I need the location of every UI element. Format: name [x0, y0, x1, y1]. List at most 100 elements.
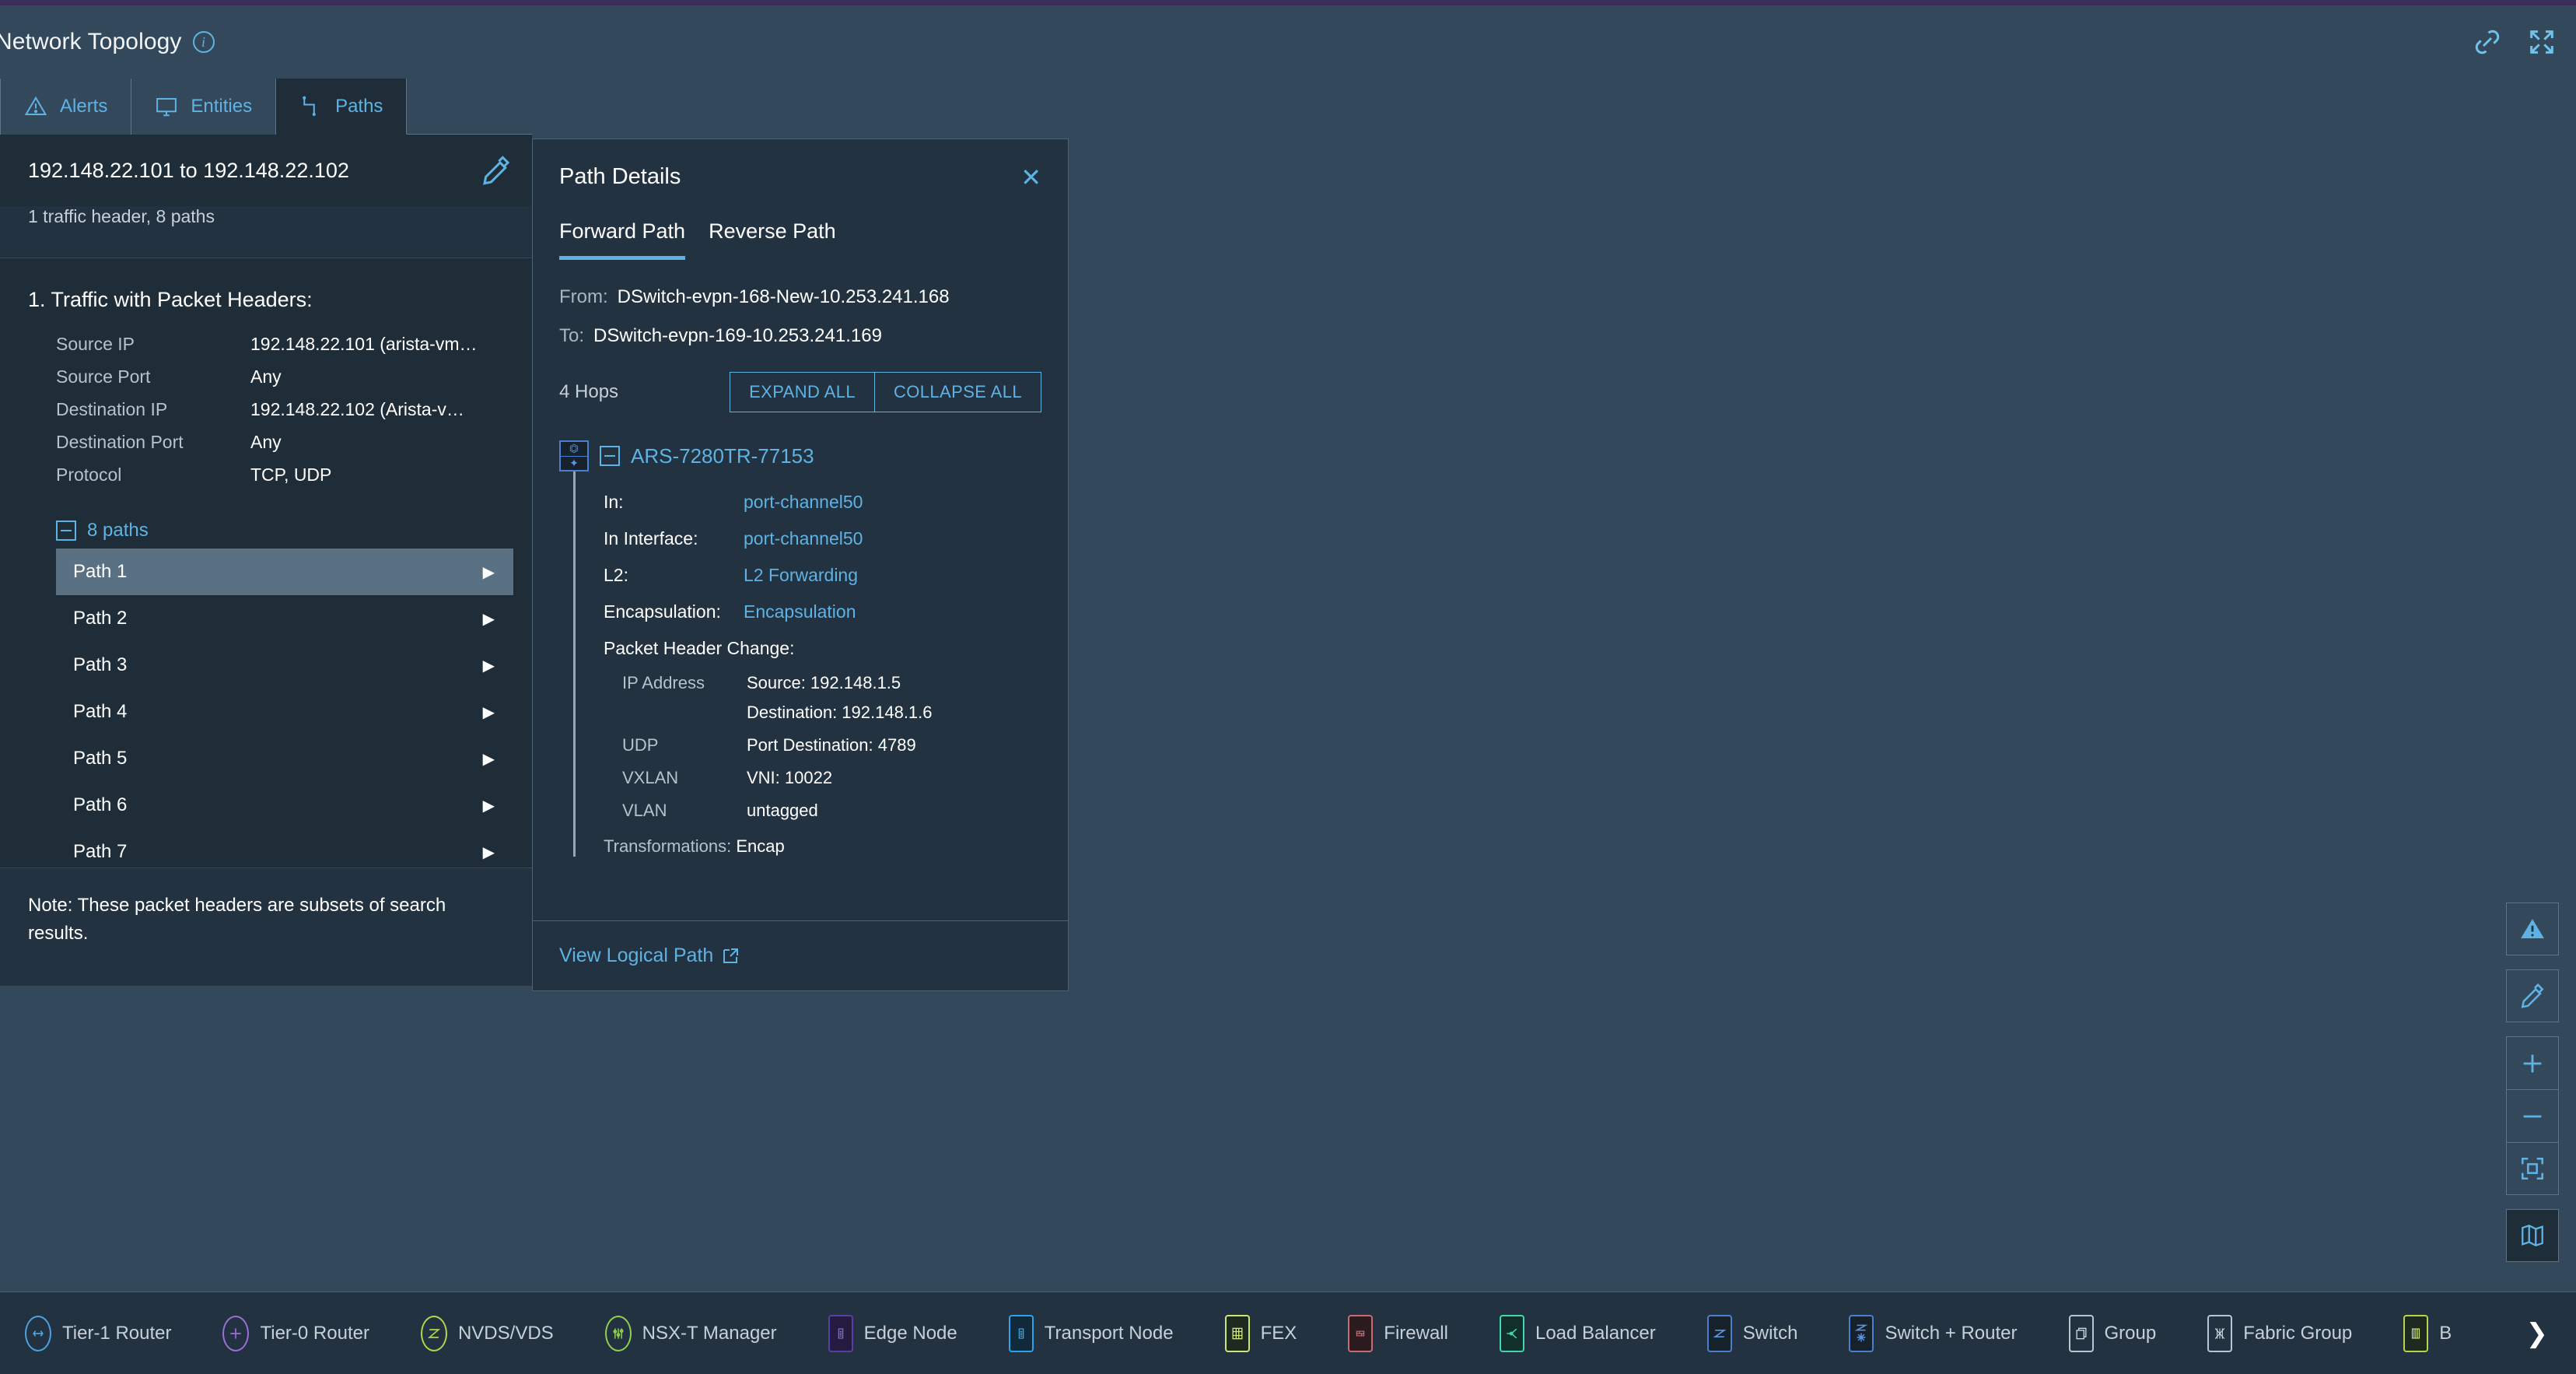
- alert-indicator-icon: [2425, 314, 2438, 325]
- from-value: DSwitch-evpn-168-New-10.253.241.168: [617, 286, 950, 307]
- search-query[interactable]: 192.148.22.101 to 192.148.22.102: [28, 159, 349, 183]
- collapse-minus-icon[interactable]: [56, 521, 76, 541]
- hop-value[interactable]: Encapsulation: [744, 601, 856, 622]
- host-chip-right[interactable]: Host 10.253.241…: [2380, 1082, 2518, 1105]
- fit-to-screen-button[interactable]: [2506, 1142, 2559, 1195]
- zoom-out-button[interactable]: [2506, 1089, 2559, 1142]
- hop-device-name[interactable]: ARS-7280TR-77153: [631, 444, 814, 468]
- phc-values: Source: 192.148.1.5 Destination: 192.148…: [747, 673, 933, 723]
- legend-label: Firewall: [1384, 1322, 1448, 1344]
- phc-key: UDP: [622, 735, 659, 755]
- traffic-field-row: Source Port Any: [0, 360, 532, 393]
- fabric-chip-label: Spine Fabric: [2154, 865, 2238, 882]
- edit-button[interactable]: [2506, 969, 2559, 1022]
- legend-item-nsxt-manager[interactable]: NSX-T Manager: [604, 1315, 777, 1351]
- info-icon[interactable]: i: [192, 31, 215, 53]
- close-icon[interactable]: ✕: [1020, 165, 1041, 190]
- host-chip-center[interactable]: Host 10.253.241…: [1235, 1082, 1373, 1105]
- map-icon: [2522, 1225, 2543, 1246]
- paths-group-toggle[interactable]: 8 paths: [0, 513, 532, 549]
- tab-reverse-path[interactable]: Reverse Path: [709, 219, 836, 260]
- topology-node-spine-1[interactable]: ⏣ ✦: [2120, 880, 2147, 908]
- path-to-row: To: DSwitch-evpn-169-10.253.241.169: [559, 325, 1041, 347]
- legend-item-fabric-group[interactable]: Fabric Group: [2207, 1314, 2353, 1352]
- collapse-all-button[interactable]: COLLAPSE ALL: [873, 373, 1041, 412]
- field-value: Any: [250, 431, 282, 452]
- list-item-path-3[interactable]: Path 3 ▶: [56, 642, 513, 689]
- nvds-vds-node-icon-secondary[interactable]: ⏣: [2374, 1130, 2397, 1154]
- router-glyph: ✦: [2284, 328, 2293, 340]
- fabric-chip-arista[interactable]: Arista Fabric: [2380, 282, 2498, 308]
- legend-item-tier0-router[interactable]: Tier-0 Router: [222, 1315, 369, 1351]
- host-chip-label: Host 10.253.241…: [1255, 1085, 1365, 1100]
- host-box-center[interactable]: [1276, 1090, 1336, 1151]
- hop-key: L2:: [604, 565, 628, 585]
- legend-item-load-balancer[interactable]: Load Balancer: [1499, 1314, 1656, 1352]
- path-label: Path 4: [73, 701, 128, 722]
- hop-value[interactable]: port-channel50: [744, 528, 863, 549]
- collapse-expand-icon[interactable]: [2526, 26, 2557, 58]
- chevron-right-icon: ▶: [482, 657, 495, 675]
- legend-label: Tier-1 Router: [62, 1322, 172, 1344]
- legend-label: Switch: [1742, 1322, 1798, 1344]
- legend-item-tier1-router[interactable]: Tier-1 Router: [25, 1315, 172, 1351]
- zoom-in-button[interactable]: [2506, 1036, 2559, 1089]
- list-item-path-5[interactable]: Path 5 ▶: [56, 735, 513, 782]
- list-item-path-1[interactable]: Path 1 ▶: [56, 549, 513, 595]
- search-bar[interactable]: 192.148.22.101 to 192.148.22.102: [0, 135, 532, 206]
- legend-item-nvds-vds[interactable]: NVDS/VDS: [420, 1315, 554, 1351]
- hop-value[interactable]: L2 Forwarding: [744, 565, 858, 586]
- traffic-section-title: 1. Traffic with Packet Headers:: [28, 288, 313, 311]
- legend-item-edge-node[interactable]: Edge Node: [828, 1314, 957, 1352]
- expand-all-button[interactable]: EXPAND ALL: [730, 373, 874, 412]
- legend-item-transport-node[interactable]: Transport Node: [1008, 1314, 1174, 1352]
- alerts-button[interactable]: [2506, 903, 2559, 955]
- legend-item-firewall[interactable]: Firewall: [1348, 1314, 1448, 1352]
- page-header: Network Topology i: [0, 5, 2576, 79]
- fabric-chip-leaf[interactable]: Leaf Fabric: [2363, 300, 2473, 326]
- list-item-path-2[interactable]: Path 2 ▶: [56, 595, 513, 642]
- fabric-chip-label: Arista Fabric: [2406, 286, 2489, 303]
- legend-label: Fabric Group: [2243, 1322, 2353, 1344]
- tier0-router-icon: [222, 1315, 250, 1351]
- edit-search-button[interactable]: [481, 155, 512, 186]
- phc-row-ip-address: IP Address Source: 192.148.1.5 Destinati…: [604, 673, 1041, 723]
- search-summary: 1 traffic header, 8 paths: [0, 206, 532, 258]
- topology-node-spine-2[interactable]: ⏣ ✦: [2170, 878, 2201, 910]
- path-direction-tabs: Forward Path Reverse Path: [533, 190, 1068, 260]
- fex-icon: [1224, 1314, 1250, 1352]
- tab-alerts[interactable]: Alerts: [0, 79, 132, 135]
- link-icon[interactable]: [2472, 26, 2503, 58]
- chevron-right-icon[interactable]: ❯: [2526, 1318, 2552, 1349]
- fabric-chip-spine[interactable]: Spine Fabric: [2129, 861, 2247, 887]
- nvds-vds-node-icon[interactable]: ⏣: [2407, 1099, 2434, 1125]
- topology-node-leaf-2[interactable]: ⏣ ✦: [1305, 307, 1337, 340]
- legend-button[interactable]: [2506, 1209, 2559, 1262]
- switch-glyph: ⏣: [1150, 317, 1174, 331]
- legend-item-group[interactable]: Group: [2068, 1314, 2156, 1352]
- list-item-path-6[interactable]: Path 6 ▶: [56, 782, 513, 829]
- host-chip-bottom-left[interactable]: Host 10.253.241…: [467, 1250, 604, 1272]
- phc-row-udp: UDP Port Destination: 4789: [604, 735, 1041, 755]
- legend-item-switch-router[interactable]: Switch + Router: [1849, 1314, 2018, 1352]
- topology-node-leaf-1[interactable]: ⏣ ✦: [1149, 316, 1175, 344]
- tab-entities[interactable]: Entities: [131, 79, 277, 135]
- pencil-icon: [2521, 983, 2544, 1008]
- hop-header[interactable]: ⏣ ✦ ARS-7280TR-77153: [559, 440, 1041, 471]
- topology-node-leaf-vtep[interactable]: ⏣ ✦: [2403, 314, 2438, 350]
- topology-node-leaf-3[interactable]: ⏣ ✦: [2275, 308, 2307, 342]
- tab-paths[interactable]: Paths: [276, 79, 408, 135]
- list-item-path-4[interactable]: Path 4 ▶: [56, 689, 513, 735]
- tab-forward-path[interactable]: Forward Path: [559, 219, 686, 260]
- router-glyph: ✦: [2414, 335, 2424, 346]
- legend-item-switch[interactable]: Switch: [1706, 1314, 1798, 1352]
- host-box-right[interactable]: [2358, 1090, 2452, 1162]
- view-logical-path-link[interactable]: View Logical Path: [559, 945, 740, 967]
- legend-item-bridge[interactable]: B: [2403, 1314, 2452, 1352]
- collapse-minus-icon[interactable]: [600, 446, 620, 466]
- nvds-vds-node-icon[interactable]: ⏣: [1293, 1106, 1320, 1133]
- host-chip-label: Host 10.253.241…: [486, 1253, 597, 1267]
- hop-row-in-interface: In Interface: port-channel50: [604, 528, 1041, 549]
- legend-item-fex[interactable]: FEX: [1224, 1314, 1297, 1352]
- hop-value[interactable]: port-channel50: [744, 492, 863, 513]
